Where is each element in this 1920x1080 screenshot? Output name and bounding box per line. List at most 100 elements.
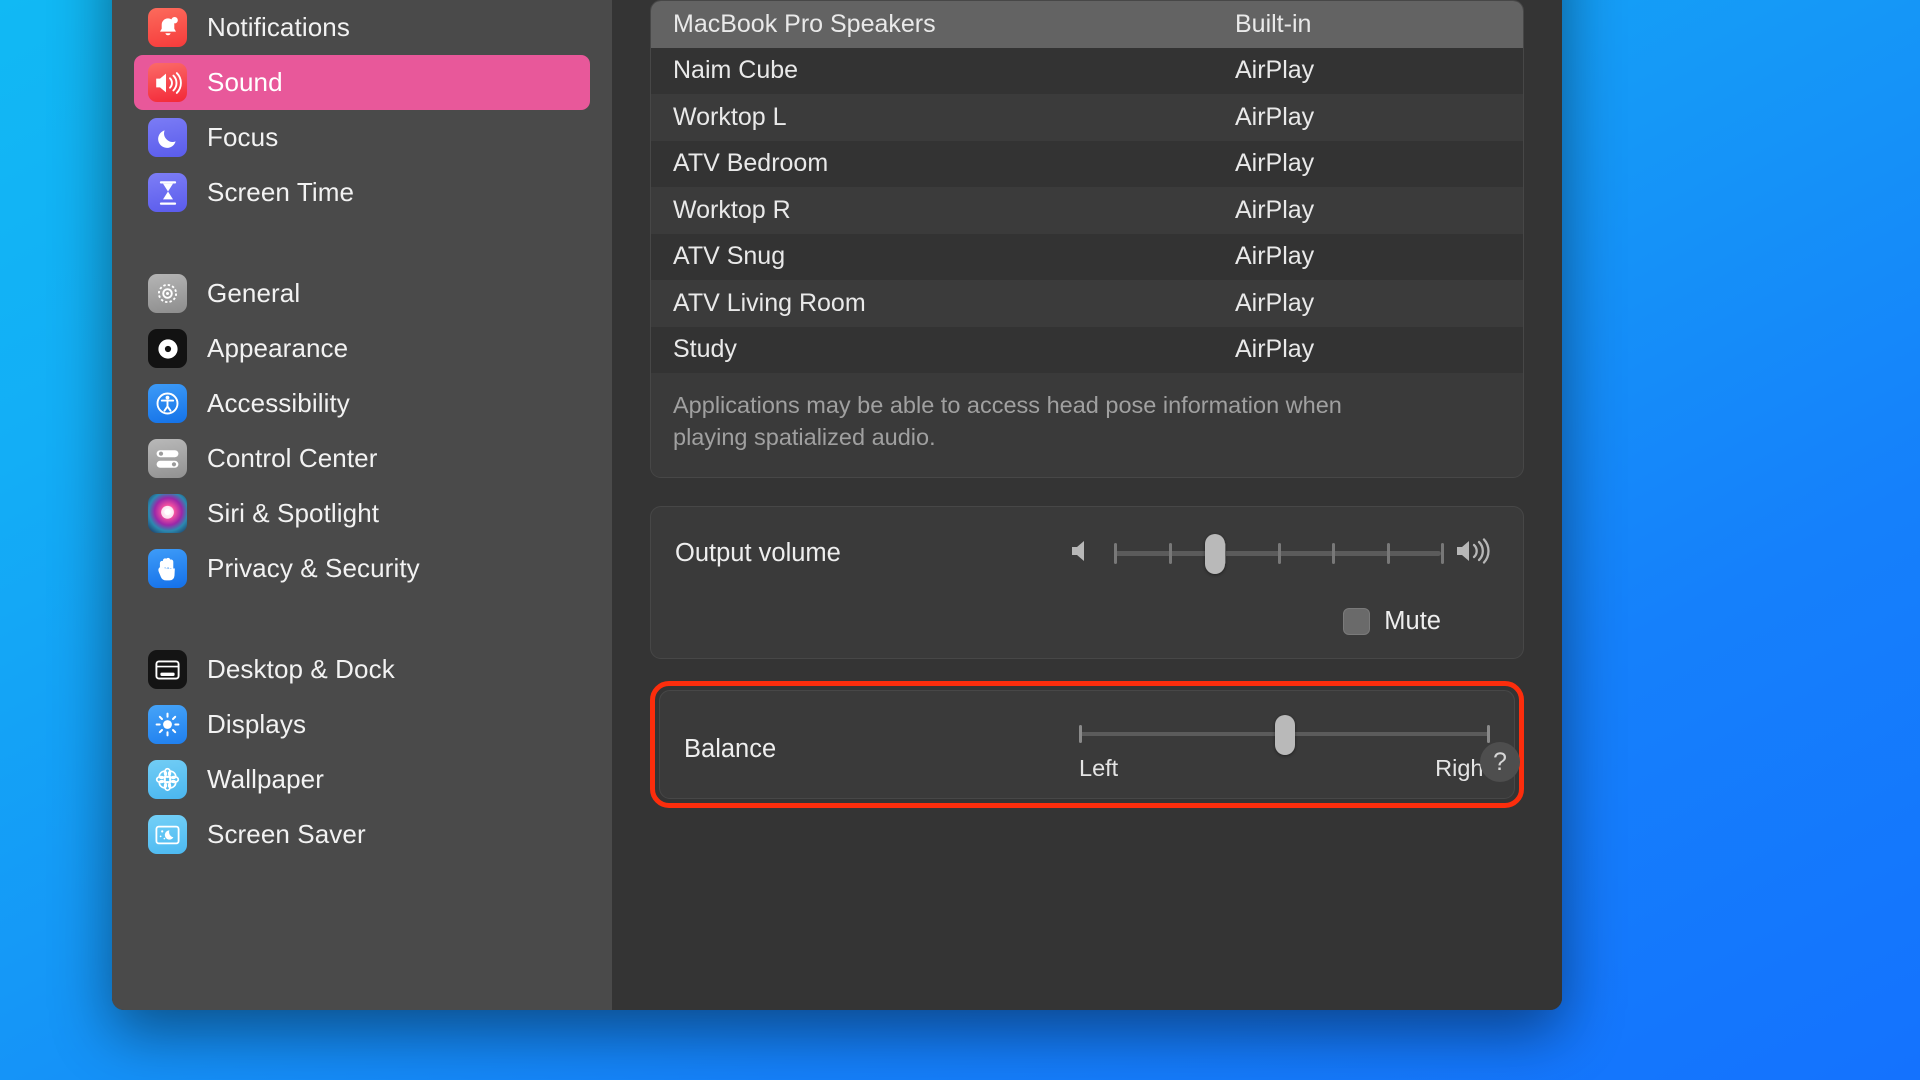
gear-icon (148, 274, 187, 313)
sidebar-group-separator (134, 596, 590, 642)
sidebar-scroll-area[interactable]: Notifications Sound Focus Screen Time Genera… (112, 0, 612, 862)
sidebar-group: General Appearance Accessibility Control Ce… (134, 266, 590, 596)
sidebar-item-notifications[interactable]: Notifications (134, 0, 590, 55)
flower-icon (148, 760, 187, 799)
toggles-icon (148, 439, 187, 478)
sidebar-item-screen-saver[interactable]: Screen Saver (134, 807, 590, 862)
balance-thumb[interactable] (1274, 715, 1295, 756)
output-volume-label: Output volume (675, 538, 841, 567)
device-name-cell: ATV Snug (673, 242, 786, 271)
sidebar-item-screen-time[interactable]: Screen Time (134, 165, 590, 220)
speaker-high-icon (1455, 538, 1499, 569)
speaker-waves-icon (148, 63, 187, 102)
sidebar-item-siri-spotlight[interactable]: Siri & Spotlight (134, 486, 590, 541)
sidebar-item-accessibility[interactable]: Accessibility (134, 376, 590, 431)
hourglass-icon (148, 173, 187, 212)
sidebar-group: Notifications Sound Focus Screen Time (134, 0, 590, 220)
balance-endpoint-labels: Left Right (1079, 755, 1490, 782)
slider-tick (1277, 543, 1281, 565)
slider-tick (1386, 543, 1390, 565)
speaker-low-icon (1070, 538, 1100, 569)
output-device-card: MacBook Pro Speakers Built-in Naim Cube Air… (650, 0, 1524, 479)
slider-tick-right (1487, 725, 1490, 744)
table-row[interactable]: Naim Cube AirPlay (651, 47, 1523, 94)
bell-icon (148, 8, 187, 47)
device-name-cell: ATV Bedroom (673, 149, 829, 178)
balance-row: Balance Left Right (684, 715, 1490, 782)
siri-orb-icon (148, 494, 187, 533)
device-type-cell: Built-in (1235, 9, 1312, 38)
table-row[interactable]: Study AirPlay (651, 326, 1523, 373)
output-volume-slider[interactable] (1114, 533, 1444, 575)
sidebar-item-desktop-dock[interactable]: Desktop & Dock (134, 642, 590, 697)
device-type-cell: AirPlay (1235, 195, 1315, 224)
device-type-cell: AirPlay (1235, 288, 1315, 317)
sidebar-item-wallpaper[interactable]: Wallpaper (134, 752, 590, 807)
sidebar: Notifications Sound Focus Screen Time Genera… (112, 0, 612, 1010)
table-row[interactable]: MacBook Pro Speakers Built-in (651, 1, 1523, 48)
device-name-cell: MacBook Pro Speakers (673, 9, 936, 38)
sidebar-item-label: Screen Saver (207, 819, 366, 849)
output-volume-slider-wrap (1070, 533, 1499, 575)
accessibility-person-icon (148, 384, 187, 423)
slider-tick (1332, 543, 1335, 565)
slider-tick (1441, 543, 1444, 565)
sidebar-item-appearance[interactable]: Appearance (134, 321, 590, 376)
sidebar-item-label: Wallpaper (207, 764, 324, 794)
mute-checkbox[interactable] (1343, 608, 1371, 636)
output-volume-card: Output volume Mute (650, 506, 1524, 660)
table-row[interactable]: Worktop R AirPlay (651, 187, 1523, 234)
device-name-cell: Study (673, 335, 737, 364)
system-settings-window: Notifications Sound Focus Screen Time Genera… (112, 0, 1562, 1010)
sidebar-item-label: Siri & Spotlight (207, 498, 380, 528)
device-name-cell: ATV Living Room (673, 288, 866, 317)
balance-slider-column: Left Right (1079, 715, 1490, 782)
device-type-cell: AirPlay (1235, 335, 1315, 364)
device-name-cell: Naim Cube (673, 56, 799, 85)
mute-label: Mute (1384, 607, 1441, 636)
moon-stars-frame-icon (148, 815, 187, 854)
window-dock-icon (148, 650, 187, 689)
device-type-cell: AirPlay (1235, 102, 1315, 131)
device-name-cell: Worktop L (673, 102, 787, 131)
sidebar-item-sound[interactable]: Sound (134, 55, 590, 110)
help-button[interactable]: ? (1480, 742, 1520, 782)
sidebar-group-separator (134, 220, 590, 266)
sidebar-item-label: Sound (207, 67, 283, 97)
device-type-cell: AirPlay (1235, 56, 1315, 85)
sidebar-item-displays[interactable]: Displays (134, 697, 590, 752)
hand-icon (148, 549, 187, 588)
balance-label: Balance (684, 735, 777, 764)
slider-tick (1168, 543, 1172, 565)
brightness-sun-icon (148, 705, 187, 744)
sidebar-item-general[interactable]: General (134, 266, 590, 321)
balance-annotation-highlight: Balance Left Right (650, 681, 1524, 809)
sidebar-group: Desktop & Dock Displays Wallpaper Screen Sa… (134, 642, 590, 862)
table-row[interactable]: ATV Snug AirPlay (651, 233, 1523, 280)
balance-card: Balance Left Right (659, 690, 1515, 800)
sidebar-item-label: Control Center (207, 443, 378, 473)
balance-slider[interactable] (1079, 715, 1490, 756)
sidebar-item-label: General (207, 278, 301, 308)
mute-row: Mute (675, 607, 1499, 636)
sidebar-item-label: Accessibility (207, 388, 350, 418)
sidebar-item-label: Screen Time (207, 177, 355, 207)
sidebar-item-label: Privacy & Security (207, 553, 420, 583)
sidebar-item-label: Focus (207, 122, 279, 152)
device-type-cell: AirPlay (1235, 242, 1315, 271)
output-device-table[interactable]: MacBook Pro Speakers Built-in Naim Cube Air… (651, 1, 1523, 373)
sidebar-item-label: Notifications (207, 12, 350, 42)
sidebar-item-focus[interactable]: Focus (134, 110, 590, 165)
sidebar-item-label: Appearance (207, 333, 349, 363)
table-row[interactable]: Worktop L AirPlay (651, 94, 1523, 141)
sidebar-item-label: Displays (207, 709, 307, 739)
sidebar-item-label: Desktop & Dock (207, 654, 395, 684)
output-volume-thumb[interactable] (1205, 534, 1226, 575)
spatial-audio-note: Applications may be able to access head … (651, 373, 1411, 478)
table-row[interactable]: ATV Living Room AirPlay (651, 280, 1523, 327)
device-name-cell: Worktop R (673, 195, 791, 224)
table-row[interactable]: ATV Bedroom AirPlay (651, 140, 1523, 187)
sidebar-item-control-center[interactable]: Control Center (134, 431, 590, 486)
sidebar-item-privacy-security[interactable]: Privacy & Security (134, 541, 590, 596)
contrast-circle-icon (148, 329, 187, 368)
